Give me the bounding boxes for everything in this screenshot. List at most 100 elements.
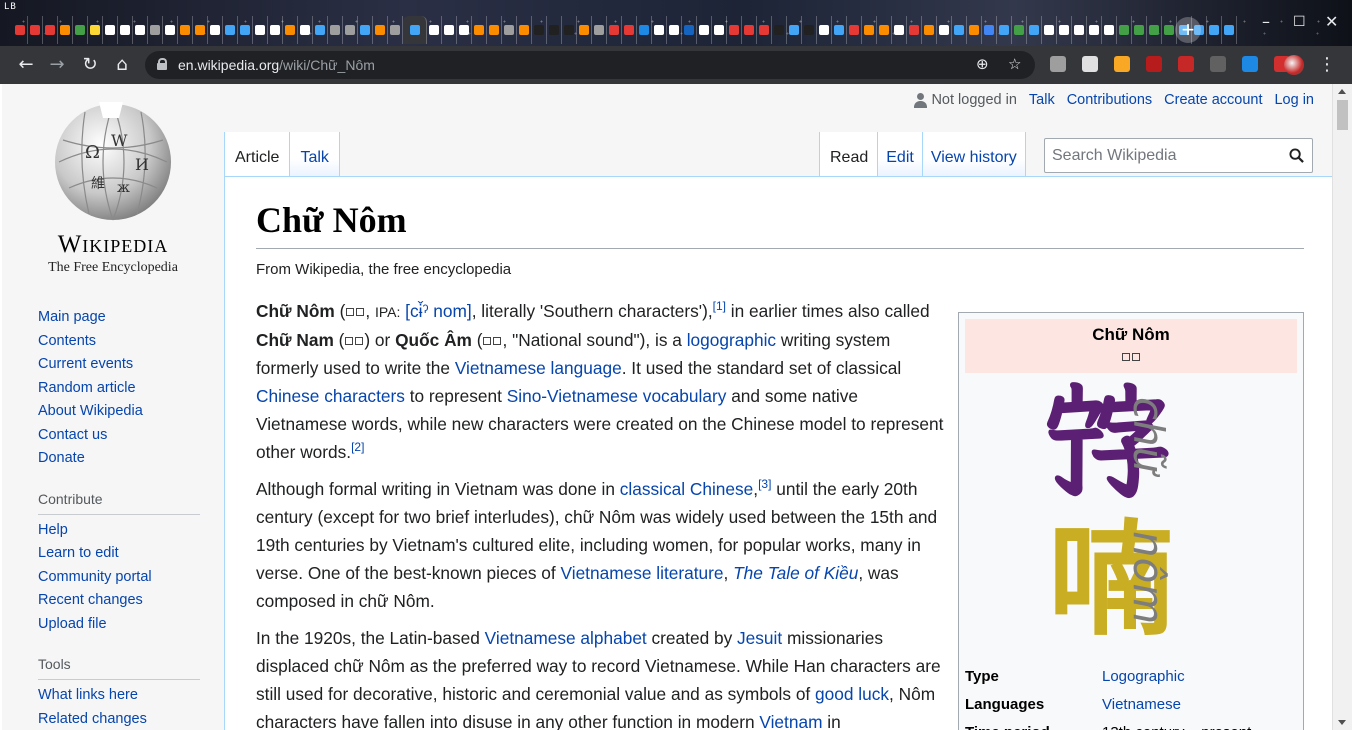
extension-icon[interactable] <box>1082 56 1098 72</box>
sidebar-link[interactable]: Donate <box>38 450 85 466</box>
browser-tab[interactable] <box>907 16 922 44</box>
bookmark-star-icon[interactable]: ☆ <box>1008 55 1021 73</box>
browser-tab[interactable] <box>727 16 742 44</box>
browser-tab[interactable] <box>1042 16 1057 44</box>
browser-tab[interactable] <box>403 16 427 44</box>
page-scrollbar[interactable] <box>1332 84 1352 730</box>
sidebar-link[interactable]: Related changes <box>38 711 147 727</box>
sidebar-link[interactable]: Random article <box>38 380 136 396</box>
browser-tab[interactable] <box>43 16 58 44</box>
browser-tab[interactable] <box>937 16 952 44</box>
lock-icon[interactable] <box>157 58 167 70</box>
browser-tab[interactable] <box>847 16 862 44</box>
browser-tab[interactable] <box>1207 16 1222 44</box>
vietnamese-literature-link[interactable]: Vietnamese literature <box>561 563 724 583</box>
classical-chinese-link[interactable]: classical Chinese <box>620 479 754 499</box>
browser-tab[interactable] <box>502 16 517 44</box>
browser-tab[interactable] <box>58 16 73 44</box>
sidebar-link[interactable]: Community portal <box>38 569 152 585</box>
window-menu-glyph[interactable]: LB <box>4 2 17 12</box>
infobox-value[interactable]: Vietnamese <box>1102 691 1181 719</box>
browser-tab[interactable] <box>268 16 283 44</box>
browser-tab[interactable] <box>193 16 208 44</box>
sidebar-link[interactable]: Contact us <box>38 427 107 443</box>
browser-tab[interactable] <box>652 16 667 44</box>
sidebar-link[interactable]: About Wikipedia <box>38 403 143 419</box>
log-in-link[interactable]: Log in <box>1274 92 1314 108</box>
browser-tab[interactable] <box>562 16 577 44</box>
browser-tab[interactable] <box>892 16 907 44</box>
browser-tab[interactable] <box>532 16 547 44</box>
browser-tab[interactable] <box>1027 16 1042 44</box>
browser-tab[interactable] <box>862 16 877 44</box>
browser-tab[interactable] <box>253 16 268 44</box>
browser-tab[interactable] <box>832 16 847 44</box>
browser-tab[interactable] <box>622 16 637 44</box>
browser-tab[interactable] <box>427 16 442 44</box>
maximize-icon[interactable]: ☐ <box>1293 14 1306 30</box>
browser-tab[interactable] <box>1087 16 1102 44</box>
browser-tab[interactable] <box>133 16 148 44</box>
sidebar-link[interactable]: Upload file <box>38 616 107 632</box>
url-text[interactable]: en.wikipedia.org/wiki/Chữ_Nôm <box>178 57 375 73</box>
browser-tab[interactable] <box>712 16 727 44</box>
scrollbar-thumb[interactable] <box>1337 100 1348 130</box>
tale-of-kieu-link[interactable]: The Tale of Kiều <box>733 563 858 583</box>
browser-tab[interactable] <box>178 16 193 44</box>
browser-tab[interactable] <box>817 16 832 44</box>
user-talk-link[interactable]: Talk <box>1029 92 1055 108</box>
browser-tab[interactable] <box>772 16 787 44</box>
browser-tab[interactable] <box>103 16 118 44</box>
browser-tab[interactable] <box>1102 16 1117 44</box>
browser-tab[interactable] <box>163 16 178 44</box>
browser-tab[interactable] <box>223 16 238 44</box>
address-bar[interactable]: en.wikipedia.org/wiki/Chữ_Nôm ⊕ ☆ <box>145 51 1035 79</box>
browser-tab[interactable] <box>877 16 892 44</box>
tab-talk[interactable]: Talk <box>290 132 340 177</box>
tab-article[interactable]: Article <box>224 132 291 177</box>
browser-tab[interactable] <box>592 16 607 44</box>
browser-tab[interactable] <box>1222 16 1237 44</box>
browser-tab[interactable] <box>457 16 472 44</box>
extension-icon[interactable] <box>1210 56 1226 72</box>
browser-tab[interactable] <box>802 16 817 44</box>
browser-tab[interactable] <box>682 16 697 44</box>
home-icon[interactable]: ⌂ <box>111 55 133 77</box>
browser-tab[interactable] <box>982 16 997 44</box>
scroll-down-icon[interactable] <box>1338 720 1346 725</box>
sidebar-link[interactable]: Current events <box>38 356 133 372</box>
browser-tab[interactable] <box>757 16 772 44</box>
browser-tab[interactable] <box>298 16 313 44</box>
browser-menu-icon[interactable]: ⋮ <box>1316 55 1338 77</box>
browser-tab[interactable] <box>742 16 757 44</box>
scroll-up-icon[interactable] <box>1338 89 1346 94</box>
jesuit-link[interactable]: Jesuit <box>737 628 782 648</box>
logographic-link[interactable]: logographic <box>687 330 776 350</box>
browser-tab[interactable] <box>1117 16 1132 44</box>
chu-nom-image[interactable]: 𡨸 喃 chữ nôm <box>965 373 1297 663</box>
search-icon[interactable] <box>1289 148 1304 163</box>
sidebar-link[interactable]: Recent changes <box>38 592 143 608</box>
browser-tab[interactable] <box>343 16 358 44</box>
browser-tab[interactable] <box>283 16 298 44</box>
minimize-icon[interactable]: – <box>1262 12 1270 31</box>
reference-2[interactable]: [2] <box>351 440 364 454</box>
sidebar-link[interactable]: What links here <box>38 687 138 703</box>
browser-tab[interactable] <box>313 16 328 44</box>
reload-icon[interactable]: ↻ <box>79 55 101 77</box>
browser-tab[interactable] <box>637 16 652 44</box>
extension-icon[interactable] <box>1178 56 1194 72</box>
browser-tab[interactable] <box>358 16 373 44</box>
tab-edit[interactable]: Edit <box>878 132 923 177</box>
extension-icon[interactable] <box>1114 56 1130 72</box>
wikipedia-logo[interactable]: Ω W И 維 ж Wikipedia The Free Encyclopedi… <box>38 96 188 276</box>
browser-tab[interactable] <box>28 16 43 44</box>
back-icon[interactable]: ← <box>15 55 37 77</box>
browser-tab[interactable] <box>118 16 133 44</box>
browser-tab[interactable] <box>1072 16 1087 44</box>
chinese-characters-link[interactable]: Chinese characters <box>256 386 405 406</box>
browser-tab[interactable] <box>472 16 487 44</box>
forward-icon[interactable]: → <box>46 55 68 77</box>
sino-vietnamese-link[interactable]: Sino-Vietnamese vocabulary <box>507 386 727 406</box>
sidebar-link[interactable]: Help <box>38 522 68 538</box>
